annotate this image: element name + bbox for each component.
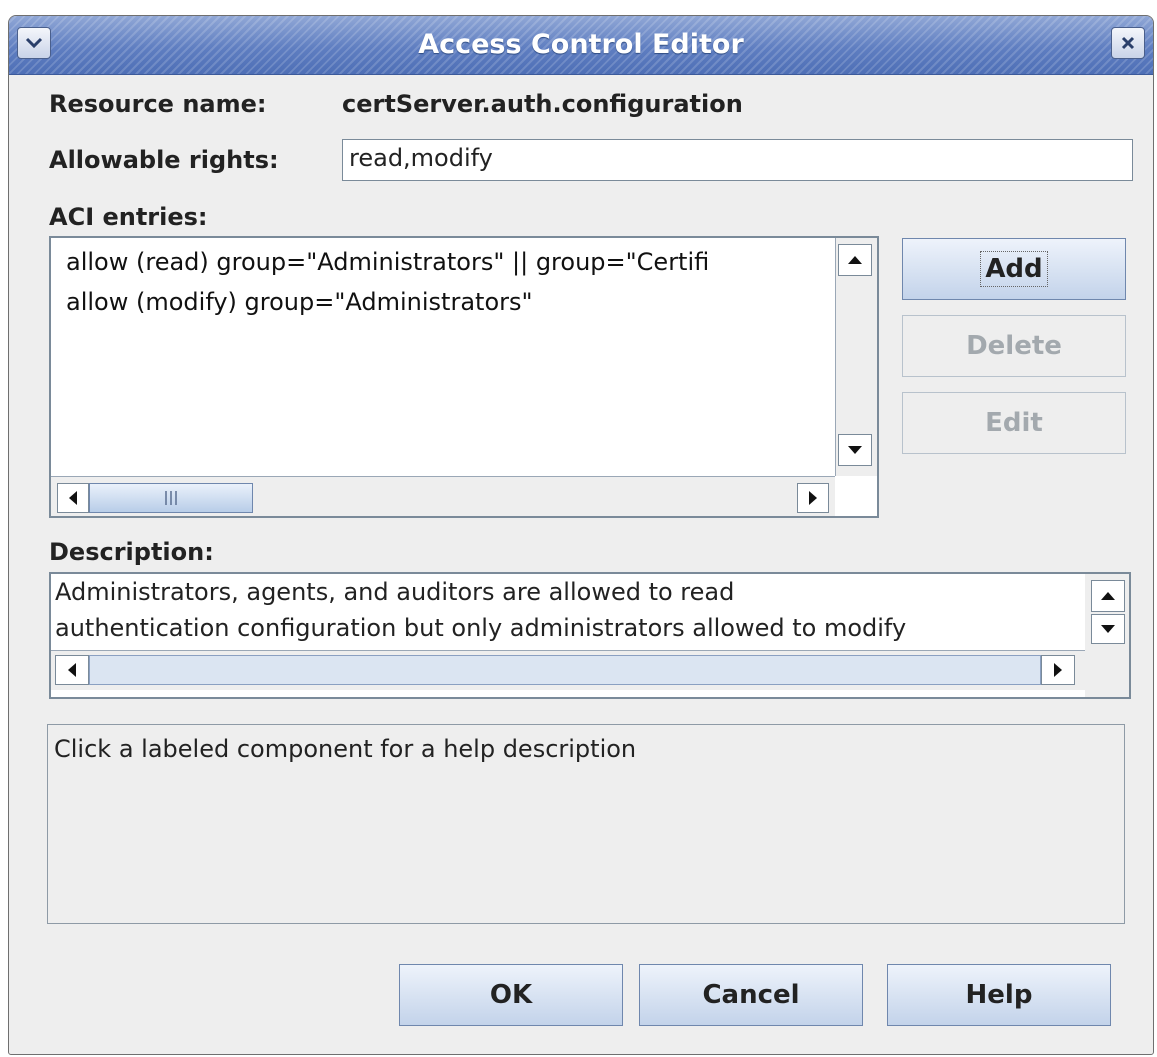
scroll-left-button[interactable]	[57, 483, 89, 513]
description-text-area[interactable]: Administrators, agents, and auditors are…	[49, 572, 1131, 699]
arrow-right-icon	[809, 491, 817, 505]
scroll-left-button[interactable]	[55, 655, 89, 685]
description-label: Description:	[49, 538, 214, 566]
aci-entries-label: ACI entries:	[49, 203, 208, 231]
arrow-down-icon	[1101, 625, 1115, 633]
list-item[interactable]: allow (read) group="Administrators" || g…	[66, 248, 709, 276]
scroll-up-button[interactable]	[1091, 580, 1125, 612]
allowable-rights-value: read,modify	[349, 144, 493, 172]
add-button-label: Add	[980, 251, 1048, 287]
resource-name-label: Resource name:	[49, 90, 267, 118]
scroll-up-button[interactable]	[838, 244, 872, 276]
delete-button[interactable]: Delete	[902, 315, 1126, 377]
description-horizontal-scrollbar[interactable]	[51, 650, 1085, 690]
aci-horizontal-scrollbar[interactable]	[51, 476, 835, 516]
description-vertical-scrollbar[interactable]	[1085, 574, 1129, 697]
aci-entries-list[interactable]: allow (read) group="Administrators" || g…	[49, 236, 879, 518]
allowable-rights-field[interactable]: read,modify	[342, 139, 1133, 181]
scroll-down-button[interactable]	[1091, 614, 1125, 644]
window-title: Access Control Editor	[418, 29, 744, 60]
scroll-track[interactable]	[89, 655, 1041, 685]
description-line: authentication configuration but only ad…	[55, 614, 907, 642]
resource-name-value: certServer.auth.configuration	[342, 90, 743, 118]
list-item[interactable]: allow (modify) group="Administrators"	[66, 288, 533, 316]
help-description-text: Click a labeled component for a help des…	[54, 735, 637, 763]
description-line: Administrators, agents, and auditors are…	[55, 578, 735, 606]
allowable-rights-label: Allowable rights:	[49, 146, 279, 174]
grip-icon	[165, 491, 177, 505]
scroll-right-button[interactable]	[797, 483, 829, 513]
scroll-thumb[interactable]	[89, 483, 253, 513]
arrow-up-icon	[848, 256, 862, 264]
arrow-right-icon	[1054, 663, 1062, 677]
aci-vertical-scrollbar[interactable]	[835, 238, 877, 476]
arrow-left-icon	[68, 663, 76, 677]
edit-button[interactable]: Edit	[902, 392, 1126, 454]
arrow-down-icon	[848, 446, 862, 454]
access-control-editor-dialog: Access Control Editor Resource name: cer…	[8, 15, 1154, 1055]
close-icon	[1121, 36, 1135, 50]
close-button[interactable]	[1111, 27, 1145, 59]
arrow-left-icon	[69, 491, 77, 505]
title-bar[interactable]: Access Control Editor	[9, 16, 1153, 75]
ok-button[interactable]: OK	[399, 964, 623, 1026]
arrow-up-icon	[1101, 592, 1115, 600]
scroll-down-button[interactable]	[838, 434, 872, 466]
cancel-button[interactable]: Cancel	[639, 964, 863, 1026]
help-button[interactable]: Help	[887, 964, 1111, 1026]
scroll-right-button[interactable]	[1041, 655, 1075, 685]
help-description-panel: Click a labeled component for a help des…	[47, 724, 1125, 924]
add-button[interactable]: Add	[902, 238, 1126, 300]
